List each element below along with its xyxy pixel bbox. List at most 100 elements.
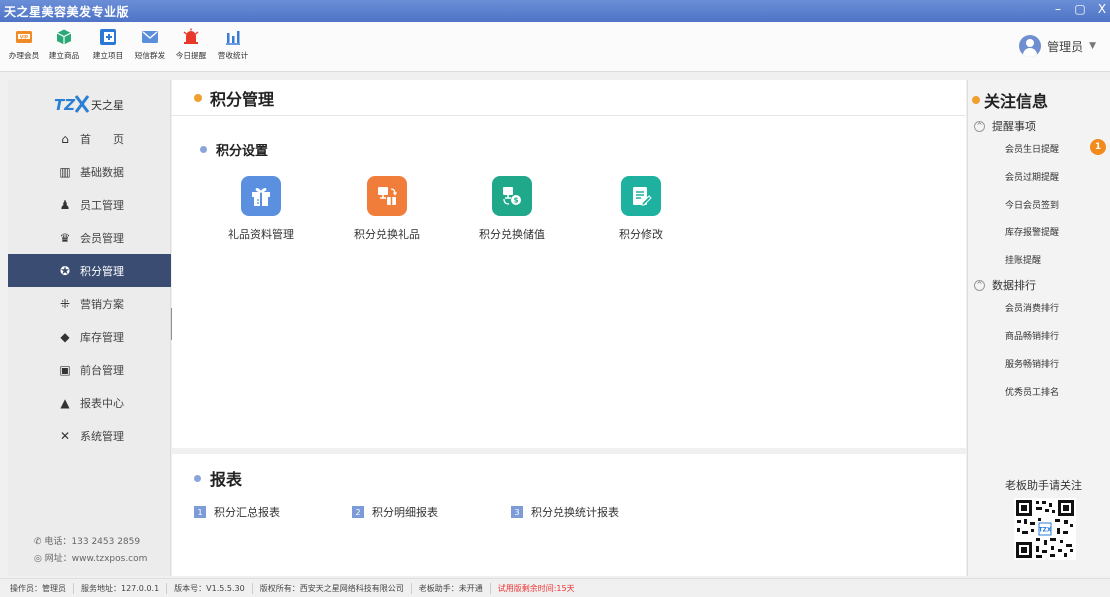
envelope-icon bbox=[142, 31, 158, 43]
home-icon: ⌂ bbox=[61, 131, 69, 146]
sidebar-item-marketing[interactable]: ⁜ 营销方案 bbox=[8, 287, 171, 320]
vip-card-icon: VIP bbox=[16, 31, 32, 43]
member-spending-rank-link[interactable]: 会员消费排行 bbox=[1005, 301, 1059, 314]
report-section-title: 报表 bbox=[194, 466, 242, 490]
gift-info-button[interactable]: 礼品资料管理 bbox=[206, 176, 316, 242]
bullet-dot bbox=[194, 474, 201, 482]
gift-icon bbox=[241, 176, 281, 216]
contact-info: ✆ 电话：133 2453 2859 ◎ 网址：www.tzxpos.com bbox=[34, 534, 147, 568]
sidebar-item-reports[interactable]: ▲ 报表中心 bbox=[8, 386, 171, 419]
status-operator: 操作员：管理员 bbox=[8, 582, 74, 594]
sidebar-item-label: 营销方案 bbox=[80, 297, 124, 311]
attention-title-text: 关注信息 bbox=[984, 92, 1049, 111]
exchange-value-icon: $ bbox=[492, 176, 532, 216]
user-name: 管理员 bbox=[1047, 39, 1084, 54]
sidebar-item-label: 报表中心 bbox=[80, 396, 124, 410]
product-box-icon bbox=[56, 29, 72, 45]
sidebar-item-members[interactable]: ♛ 会员管理 bbox=[8, 221, 171, 254]
add-project-icon bbox=[100, 29, 116, 45]
sidebar-item-points[interactable]: ✪ 积分管理 bbox=[8, 254, 171, 287]
points-detail-report-link[interactable]: 2 积分明细报表 bbox=[352, 504, 438, 520]
status-bar: 操作员：管理员 服务地址：127.0.0.1 版本号：V1.5.5.30 版权所… bbox=[0, 578, 1110, 597]
exchange-gift-button[interactable]: 积分兑换礼品 bbox=[332, 176, 442, 242]
attention-panel: 关注信息 ^ 提醒事项 会员生日提醒 1 会员过期提醒 今日会员签到 库存报警提… bbox=[967, 80, 1110, 576]
exchange-value-button[interactable]: $ 积分兑换储值 bbox=[457, 176, 567, 242]
sidebar-item-system[interactable]: ✕ 系统管理 bbox=[8, 419, 171, 452]
sidebar-item-home[interactable]: ⌂ 首 页 bbox=[8, 122, 171, 155]
staff-icon: ♟ bbox=[59, 197, 71, 212]
sidebar-item-basic-data[interactable]: ▥ 基础数据 bbox=[8, 155, 171, 188]
qr-caption: 老板助手请关注 bbox=[1005, 479, 1082, 492]
edit-points-button[interactable]: 积分修改 bbox=[586, 176, 696, 242]
toolbar-revenue-button[interactable]: 营收统计 bbox=[211, 28, 255, 61]
points-icon: ✪ bbox=[59, 263, 71, 278]
toolbar-label: 建立项目 bbox=[92, 51, 124, 60]
section-title-text: 积分设置 bbox=[216, 144, 269, 159]
birthday-reminder-link[interactable]: 会员生日提醒 bbox=[1005, 142, 1059, 155]
user-menu[interactable]: 管理员 ▼ bbox=[1019, 35, 1096, 57]
report-number: 2 bbox=[352, 506, 364, 518]
qr-code: TZX bbox=[1014, 498, 1076, 560]
service-sales-rank-link[interactable]: 服务畅销排行 bbox=[1005, 357, 1059, 370]
toolbar-label: 办理会员 bbox=[8, 51, 40, 60]
collapse-icon: ^ bbox=[974, 279, 985, 291]
marketing-icon: ⁜ bbox=[59, 296, 71, 311]
report-label: 积分兑换统计报表 bbox=[531, 506, 619, 519]
notification-badge: 1 bbox=[1090, 139, 1106, 155]
tools-icon: ✕ bbox=[59, 428, 71, 443]
sidebar-item-label: 前台管理 bbox=[80, 363, 124, 377]
bullet-dot bbox=[972, 96, 980, 104]
close-icon[interactable]: X bbox=[1096, 2, 1108, 16]
bar-stats-icon bbox=[226, 31, 240, 45]
toolbar-sms-button[interactable]: 短信群发 bbox=[128, 28, 172, 61]
report-label: 积分明细报表 bbox=[372, 506, 438, 519]
sidebar-item-front-desk[interactable]: ▣ 前台管理 bbox=[8, 353, 171, 386]
reports-panel: 报表 1 积分汇总报表 2 积分明细报表 3 积分兑换统计报表 bbox=[172, 454, 966, 576]
stock-alarm-link[interactable]: 库存报警提醒 bbox=[1005, 225, 1059, 238]
sidebar-item-label: 会员管理 bbox=[80, 231, 124, 245]
phone-text: 电话：133 2453 2859 bbox=[44, 537, 141, 547]
window-controls: – ▢ X bbox=[1052, 2, 1108, 16]
quick-toolbar: VIP 办理会员 建立商品 建立项目 短信群发 今日提醒 营收统计 管理员 ▼ bbox=[0, 22, 1110, 72]
checkin-link[interactable]: 今日会员签到 bbox=[1005, 198, 1059, 211]
sidebar-item-inventory[interactable]: ◆ 库存管理 bbox=[8, 320, 171, 353]
credit-reminder-link[interactable]: 挂账提醒 bbox=[1005, 253, 1041, 266]
reminders-group-toggle[interactable]: ^ 提醒事项 bbox=[974, 118, 1036, 134]
minimize-icon[interactable]: – bbox=[1052, 2, 1064, 16]
function-label: 礼品资料管理 bbox=[228, 228, 294, 241]
status-assistant: 老板助手：未开通 bbox=[412, 582, 491, 594]
bullet-dot bbox=[194, 93, 202, 102]
bullet-dot bbox=[200, 146, 207, 153]
toolbar-member-button[interactable]: VIP 办理会员 bbox=[2, 28, 46, 61]
function-label: 积分兑换储值 bbox=[479, 228, 545, 241]
product-sales-rank-link[interactable]: 商品畅销排行 bbox=[1005, 329, 1059, 342]
main-nav: ⌂ 首 页 ▥ 基础数据 ♟ 员工管理 ♛ 会员管理 ✪ 积分管理 ⁜ 营销方案 ◆ 库存管理… bbox=[8, 122, 171, 452]
function-label: 积分修改 bbox=[619, 228, 663, 241]
report-icon: ▲ bbox=[60, 395, 70, 410]
staff-rank-link[interactable]: 优秀员工排名 bbox=[1005, 385, 1059, 398]
page-title: 积分管理 bbox=[210, 89, 275, 109]
toolbar-label: 短信群发 bbox=[134, 51, 166, 60]
group-label: 数据排行 bbox=[992, 279, 1036, 292]
sidebar-item-label: 库存管理 bbox=[80, 330, 124, 344]
toolbar-project-button[interactable]: 建立项目 bbox=[86, 28, 130, 61]
report-label: 积分汇总报表 bbox=[214, 506, 280, 519]
sidebar-item-label: 员工管理 bbox=[80, 198, 124, 212]
toolbar-reminder-button[interactable]: 今日提醒 bbox=[169, 28, 213, 61]
toolbar-label: 营收统计 bbox=[217, 51, 249, 60]
alarm-bell-icon bbox=[183, 28, 199, 44]
expiry-reminder-link[interactable]: 会员过期提醒 bbox=[1005, 170, 1059, 183]
crown-icon: ♛ bbox=[59, 230, 71, 245]
points-settings-panel: 积分管理 积分设置 礼品资料管理 积分兑换礼品 $ 积分兑换储值 积分修改 bbox=[172, 80, 966, 448]
toolbar-product-button[interactable]: 建立商品 bbox=[42, 28, 86, 61]
ranking-group-toggle[interactable]: ^ 数据排行 bbox=[974, 277, 1036, 293]
collapse-icon: ^ bbox=[974, 120, 985, 132]
edit-doc-icon bbox=[621, 176, 661, 216]
points-exchange-report-link[interactable]: 3 积分兑换统计报表 bbox=[511, 504, 619, 520]
sidebar-item-staff[interactable]: ♟ 员工管理 bbox=[8, 188, 171, 221]
report-number: 3 bbox=[511, 506, 523, 518]
svg-text:TZ: TZ bbox=[54, 96, 76, 114]
restore-icon[interactable]: ▢ bbox=[1074, 2, 1086, 16]
sidebar: TZ 天之星 ⌂ 首 页 ▥ 基础数据 ♟ 员工管理 ♛ 会员管理 ✪ 积分管理 ⁜ 营销方… bbox=[8, 80, 171, 576]
points-summary-report-link[interactable]: 1 积分汇总报表 bbox=[194, 504, 280, 520]
